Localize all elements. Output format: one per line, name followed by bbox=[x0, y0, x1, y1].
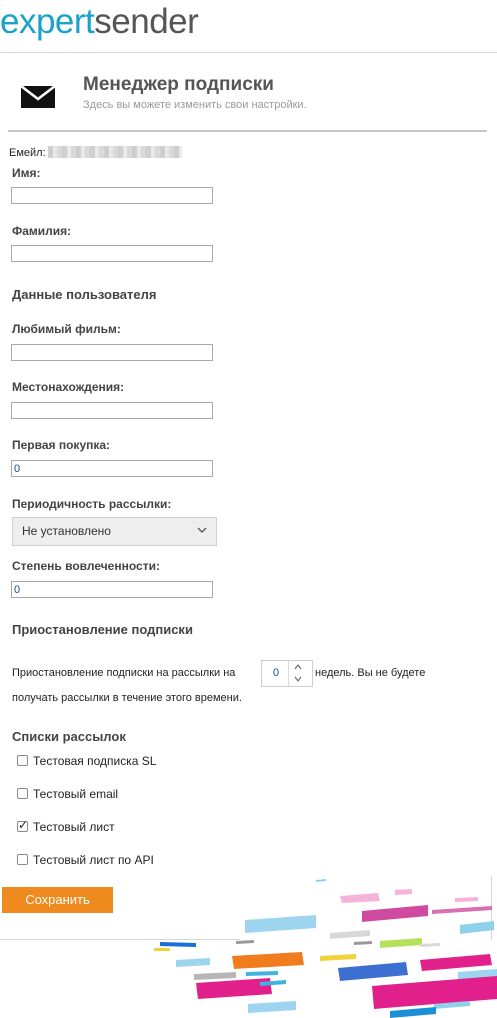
list-item[interactable]: Тестовая подписка SL bbox=[17, 754, 156, 768]
pause-text-before: Приостановление подписки на рассылки на bbox=[12, 667, 236, 679]
list-item-label: Тестовый лист по API bbox=[33, 853, 154, 867]
last-name-input[interactable] bbox=[11, 245, 213, 262]
list-item-label: Тестовая подписка SL bbox=[33, 754, 157, 768]
user-data-heading: Данные пользователя bbox=[12, 287, 157, 302]
first-purchase-input[interactable] bbox=[11, 460, 213, 477]
engagement-label: Степень вовлеченности: bbox=[12, 559, 160, 573]
frequency-select[interactable]: Не установлено bbox=[12, 517, 217, 546]
page-subtitle: Здесь вы можете изменить свои настройки. bbox=[83, 99, 307, 111]
email-label: Емейл: bbox=[9, 147, 46, 159]
favorite-movie-input[interactable] bbox=[11, 344, 213, 361]
pause-text-line2: получать рассылки в течение этого времен… bbox=[12, 692, 242, 704]
pause-weeks-value: 0 bbox=[273, 667, 280, 679]
location-label: Местонахождения: bbox=[12, 380, 125, 394]
mailing-lists-heading: Списки рассылок bbox=[12, 729, 126, 744]
stepper-divider bbox=[288, 661, 289, 686]
frequency-label: Периодичность рассылки: bbox=[12, 497, 172, 511]
frequency-selected-value: Не установлено bbox=[22, 524, 111, 538]
save-button[interactable]: Сохранить bbox=[2, 887, 113, 913]
email-row: Емейл: bbox=[9, 146, 182, 159]
expertsender-logo: expertsender bbox=[0, 2, 199, 41]
list-item[interactable]: Тестовый лист bbox=[17, 818, 115, 834]
first-name-input[interactable] bbox=[11, 187, 213, 204]
list-item[interactable]: Тестовый лист по API bbox=[17, 853, 154, 867]
list-checkbox[interactable] bbox=[17, 755, 28, 766]
list-item-label: Тестовый лист bbox=[33, 820, 115, 834]
location-input[interactable] bbox=[11, 402, 213, 419]
stepper-down-icon[interactable] bbox=[293, 674, 303, 684]
list-checkbox-checked[interactable] bbox=[17, 818, 28, 832]
list-item[interactable]: Тестовый email bbox=[17, 787, 118, 801]
header-divider bbox=[8, 130, 487, 132]
favorite-movie-label: Любимый фильм: bbox=[12, 322, 121, 336]
pause-heading: Приостановление подписки bbox=[12, 622, 193, 637]
stepper-up-icon[interactable] bbox=[293, 662, 303, 672]
engagement-input[interactable] bbox=[11, 581, 213, 598]
first-name-label: Имя: bbox=[12, 166, 41, 180]
top-divider bbox=[0, 52, 497, 53]
envelope-icon bbox=[21, 86, 55, 108]
list-checkbox[interactable] bbox=[17, 788, 28, 799]
list-item-label: Тестовый email bbox=[33, 787, 119, 801]
page-title: Менеджер подписки bbox=[83, 74, 274, 95]
pause-weeks-stepper[interactable]: 0 bbox=[261, 660, 313, 687]
chevron-down-icon bbox=[197, 527, 207, 533]
list-checkbox[interactable] bbox=[17, 854, 28, 865]
last-name-label: Фамилия: bbox=[12, 224, 72, 238]
email-value-redacted bbox=[47, 146, 182, 158]
first-purchase-label: Первая покупка: bbox=[12, 438, 111, 452]
pause-text-after: недель. Вы не будете bbox=[315, 667, 426, 679]
